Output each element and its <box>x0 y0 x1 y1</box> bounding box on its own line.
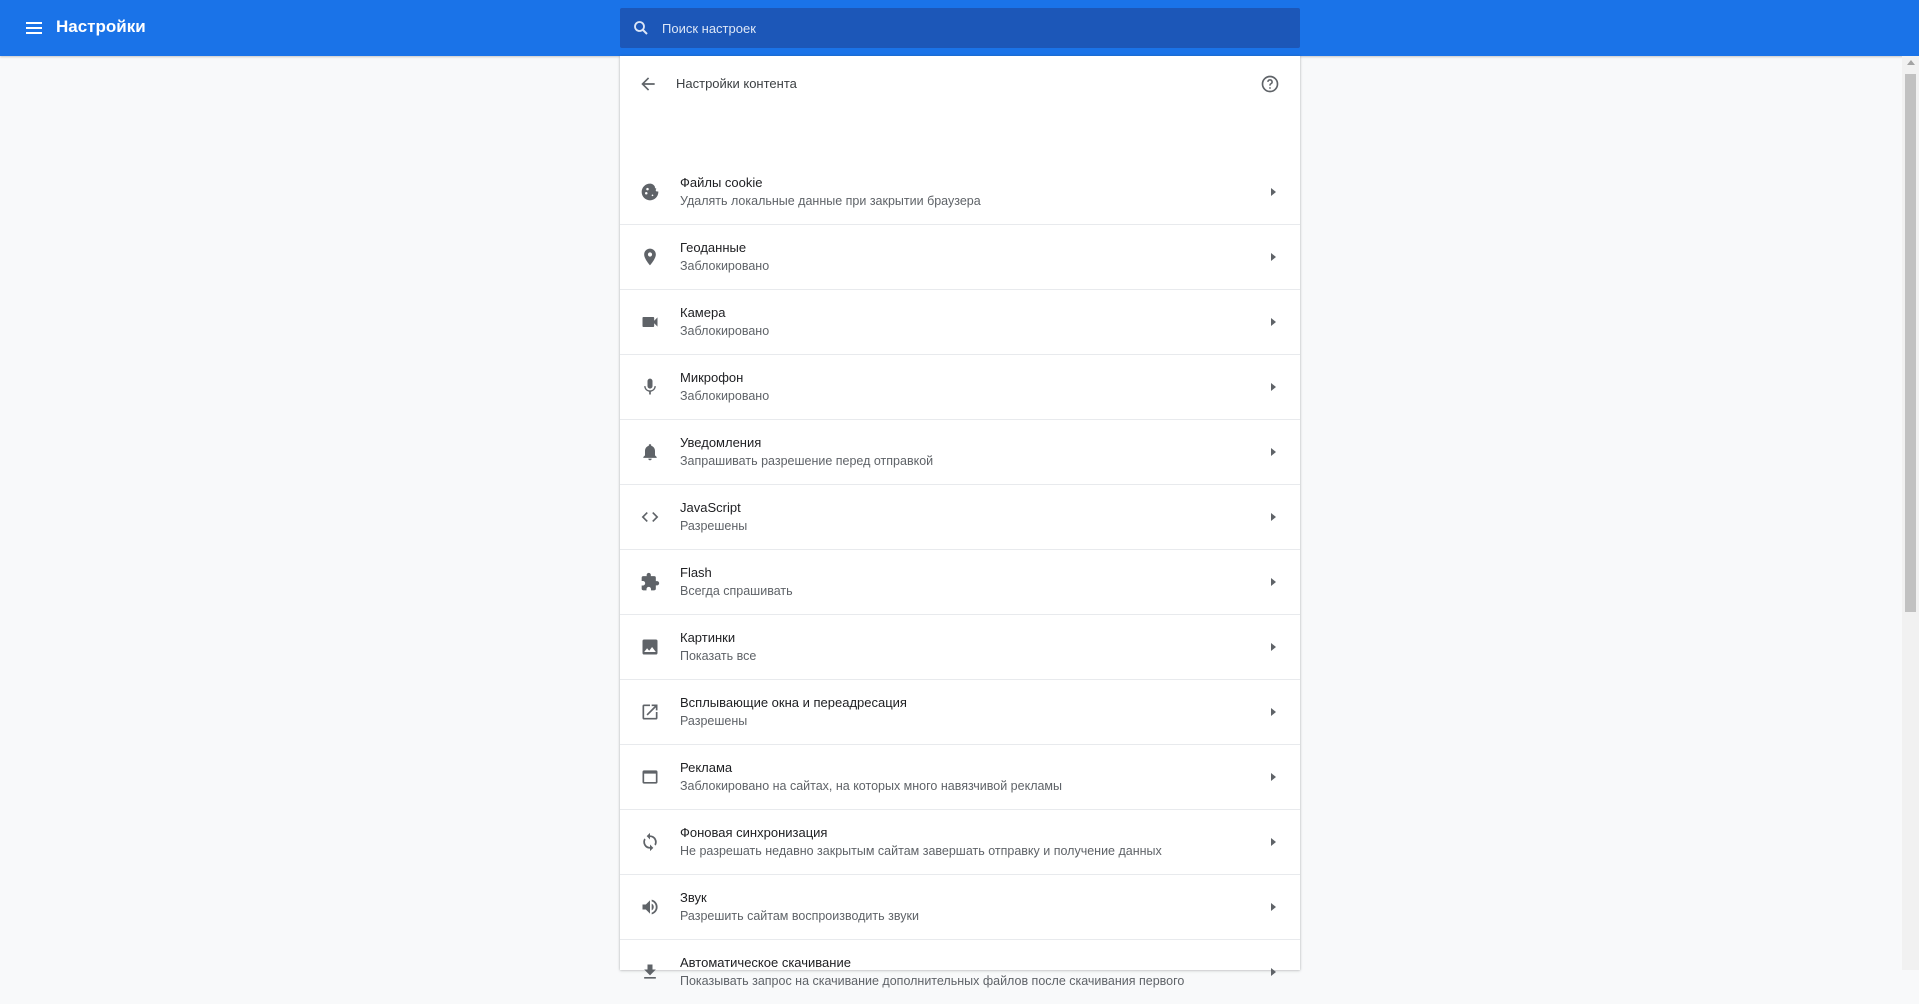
chevron-right-icon <box>1271 903 1276 911</box>
setting-label: Геоданные <box>680 240 747 255</box>
search-box[interactable] <box>620 8 1300 48</box>
setting-status: Показать все <box>680 649 757 663</box>
image-icon <box>642 639 658 655</box>
chevron-right-icon <box>1271 318 1276 326</box>
setting-row-images[interactable]: Картинки Показать все <box>620 615 1300 680</box>
setting-label: Фоновая синхронизация <box>680 825 828 840</box>
chevron-right-icon <box>1271 578 1276 586</box>
page-title: Настройки контента <box>676 76 797 91</box>
chevron-right-icon <box>1271 383 1276 391</box>
setting-status: Заблокировано на сайтах, на которых мног… <box>680 779 1063 793</box>
chevron-right-icon <box>1271 708 1276 716</box>
popup-icon <box>642 704 658 720</box>
settings-list: Файлы cookie Удалять локальные данные пр… <box>620 160 1300 1004</box>
top-bar: Настройки <box>0 0 1919 56</box>
setting-row-background-sync[interactable]: Фоновая синхронизация Не разрешать недав… <box>620 810 1300 875</box>
scroll-up-arrow-icon[interactable] <box>1907 60 1915 65</box>
setting-label: Всплывающие окна и переадресация <box>680 695 907 710</box>
setting-row-popups[interactable]: Всплывающие окна и переадресация Разреше… <box>620 680 1300 745</box>
chevron-right-icon <box>1271 188 1276 196</box>
chevron-right-icon <box>1271 773 1276 781</box>
chevron-right-icon <box>1271 968 1276 976</box>
chevron-right-icon <box>1271 838 1276 846</box>
download-icon <box>644 964 656 979</box>
code-icon <box>641 512 659 522</box>
scrollbar-thumb[interactable] <box>1905 74 1916 612</box>
chevron-right-icon <box>1271 448 1276 456</box>
setting-status: Не разрешать недавно закрытым сайтам зав… <box>680 844 1162 858</box>
setting-label: Автоматическое скачивание <box>680 955 851 970</box>
chevron-right-icon <box>1271 643 1276 651</box>
bell-icon <box>643 444 657 461</box>
setting-label: Микрофон <box>680 370 744 385</box>
ads-icon <box>642 770 658 784</box>
search-icon <box>634 21 648 35</box>
content-settings-card: Настройки контента Файлы cookie Удалять … <box>620 56 1300 988</box>
setting-row-javascript[interactable]: JavaScript Разрешены <box>620 485 1300 550</box>
setting-label: Файлы cookie <box>680 175 763 190</box>
setting-label: Flash <box>680 565 712 580</box>
setting-row-location[interactable]: Геоданные Заблокировано <box>620 225 1300 290</box>
setting-status: Запрашивать разрешение перед отправкой <box>680 454 934 468</box>
location-icon <box>644 248 656 266</box>
setting-label: Картинки <box>680 630 736 645</box>
setting-status: Разрешены <box>680 519 748 533</box>
setting-label: Камера <box>680 305 726 320</box>
setting-row-sound[interactable]: Звук Разрешить сайтам воспроизводить зву… <box>620 875 1300 940</box>
setting-label: Уведомления <box>680 435 762 450</box>
back-arrow-icon[interactable] <box>638 74 658 94</box>
puzzle-icon <box>641 572 660 591</box>
camera-icon <box>642 317 658 327</box>
menu-icon[interactable] <box>22 16 46 40</box>
setting-row-notifications[interactable]: Уведомления Запрашивать разрешение перед… <box>620 420 1300 485</box>
setting-status: Удалять локальные данные при закрытии бр… <box>680 194 981 208</box>
chevron-right-icon <box>1271 513 1276 521</box>
volume-icon <box>642 899 658 915</box>
setting-status: Заблокировано <box>680 259 770 273</box>
cookie-icon <box>641 183 659 201</box>
chevron-right-icon <box>1271 253 1276 261</box>
search-input[interactable] <box>660 19 1264 37</box>
setting-row-ads[interactable]: Реклама Заблокировано на сайтах, на кото… <box>620 745 1300 810</box>
vertical-scrollbar[interactable] <box>1902 56 1919 970</box>
setting-row-flash[interactable]: Flash Всегда спрашивать <box>620 550 1300 615</box>
setting-status: Разрешены <box>680 714 748 728</box>
setting-status: Разрешить сайтам воспроизводить звуки <box>680 909 919 923</box>
setting-status: Показывать запрос на скачивание дополнит… <box>680 974 1185 988</box>
setting-row-cookies[interactable]: Файлы cookie Удалять локальные данные пр… <box>620 160 1300 225</box>
setting-status: Всегда спрашивать <box>680 584 793 598</box>
setting-row-microphone[interactable]: Микрофон Заблокировано <box>620 355 1300 420</box>
card-header: Настройки контента <box>620 56 1300 112</box>
setting-label: JavaScript <box>680 500 741 515</box>
setting-status: Заблокировано <box>680 389 770 403</box>
setting-label: Реклама <box>680 760 733 775</box>
setting-row-camera[interactable]: Камера Заблокировано <box>620 290 1300 355</box>
setting-status: Заблокировано <box>680 324 770 338</box>
sync-icon <box>643 832 657 852</box>
setting-row-auto-download[interactable]: Автоматическое скачивание Показывать зап… <box>620 940 1300 1004</box>
help-icon[interactable] <box>1260 74 1280 94</box>
app-title: Настройки <box>56 17 146 36</box>
setting-label: Звук <box>680 890 707 905</box>
microphone-icon <box>644 378 656 395</box>
